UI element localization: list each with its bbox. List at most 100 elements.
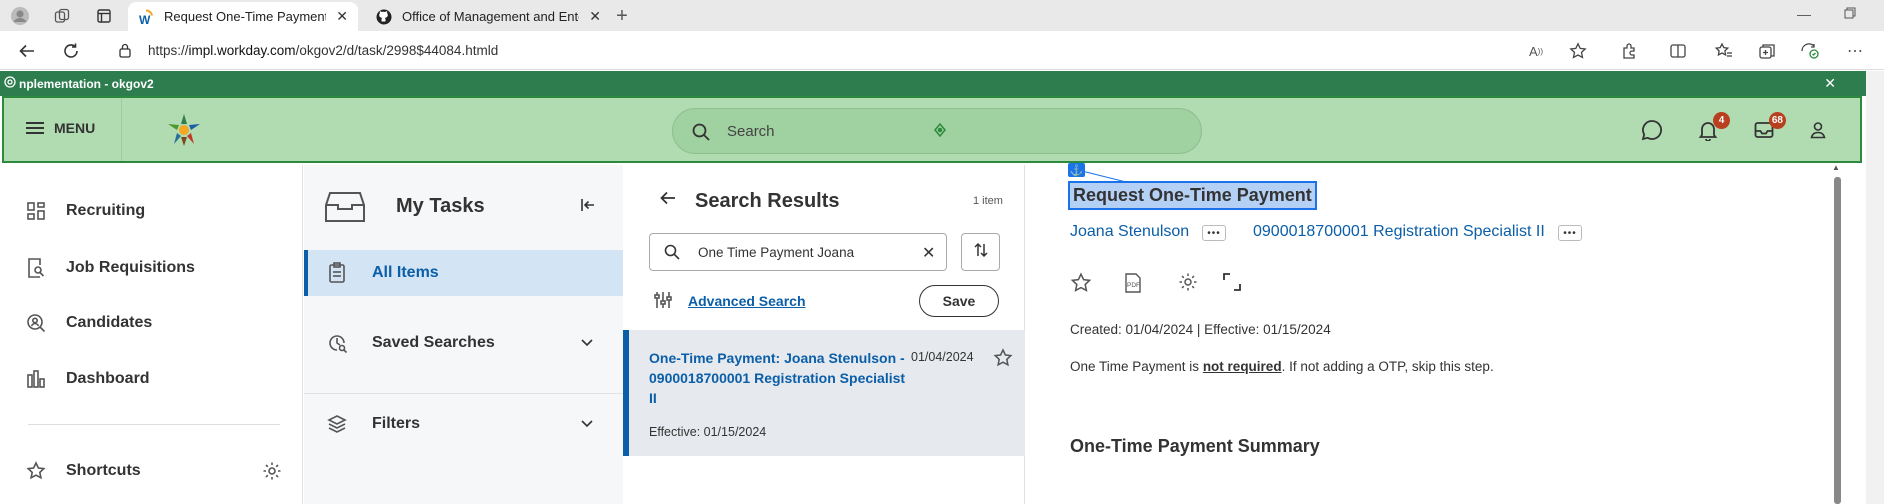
split-screen-icon[interactable] xyxy=(1668,41,1688,61)
nav-item-recruiting[interactable]: Recruiting xyxy=(24,201,145,221)
nav-item-dashboard[interactable]: Dashboard xyxy=(24,369,150,389)
search-placeholder: Search xyxy=(727,123,775,140)
nav-label: Dashboard xyxy=(66,370,150,387)
global-search[interactable]: Search xyxy=(672,108,1202,154)
chevron-down-icon[interactable] xyxy=(580,415,594,433)
back-arrow-icon[interactable] xyxy=(16,40,38,62)
gear-icon[interactable] xyxy=(262,461,282,486)
implementation-banner: nplementation - okgov2 ✕ xyxy=(0,71,1866,96)
read-aloud-icon[interactable]: A)) xyxy=(1526,41,1546,61)
profile-user-icon[interactable] xyxy=(1806,118,1830,142)
workspaces-icon[interactable] xyxy=(52,6,72,26)
star-icon[interactable] xyxy=(993,348,1013,373)
profile-icon[interactable] xyxy=(10,6,30,26)
expand-icon[interactable] xyxy=(1222,272,1242,297)
hamburger-icon xyxy=(26,121,44,135)
position-related-actions-button[interactable]: ••• xyxy=(1558,225,1582,241)
task-filters[interactable]: Filters xyxy=(304,401,623,447)
svg-text:PDF: PDF xyxy=(1127,282,1140,289)
tab-github[interactable]: Office of Management and Enter ✕ xyxy=(366,2,611,31)
gear-icon[interactable] xyxy=(1178,272,1198,297)
task-label: Saved Searches xyxy=(372,334,495,351)
environment-icon xyxy=(4,76,16,91)
position-link[interactable]: 0900018700001 Registration Specialist II xyxy=(1253,223,1545,241)
svg-text:W: W xyxy=(139,13,151,25)
chevron-down-icon[interactable] xyxy=(580,334,594,352)
inbox-icon[interactable]: 68 xyxy=(1752,112,1786,142)
collections-icon[interactable] xyxy=(1757,41,1777,61)
clear-search-icon[interactable]: ✕ xyxy=(922,243,935,263)
more-options-icon[interactable]: ⋯ xyxy=(1845,41,1865,61)
nav-item-job-requisitions[interactable]: Job Requisitions xyxy=(24,257,195,279)
shortcuts-label: Shortcuts xyxy=(66,462,141,479)
section-title: One-Time Payment Summary xyxy=(1070,436,1320,456)
notifications-bell-icon[interactable]: 4 xyxy=(1696,112,1730,142)
collapse-panel-icon[interactable] xyxy=(580,197,596,218)
task-all-items[interactable]: All Items xyxy=(304,250,623,296)
close-tab-icon[interactable]: ✕ xyxy=(336,8,348,25)
instruction-note: One Time Payment is not required. If not… xyxy=(1070,359,1494,374)
minimize-icon[interactable]: — xyxy=(1794,6,1814,26)
note-text: . If not adding a OTP, skip this step. xyxy=(1281,359,1494,374)
nav-label: Candidates xyxy=(66,314,153,331)
worker-link[interactable]: Joana Stenulson xyxy=(1070,223,1189,241)
favorite-star-icon[interactable] xyxy=(1568,41,1588,61)
favorites-icon[interactable] xyxy=(1714,41,1734,61)
state-logo-icon[interactable] xyxy=(164,112,204,153)
advanced-search-link[interactable]: Advanced Search xyxy=(688,293,806,309)
results-search-input[interactable]: One Time Payment Joana ✕ xyxy=(649,233,947,271)
back-arrow-icon[interactable] xyxy=(659,189,677,212)
grid-icon xyxy=(24,201,48,221)
pdf-icon[interactable]: PDF xyxy=(1122,272,1144,299)
clipboard-icon xyxy=(326,262,348,284)
anchor-icon[interactable]: ⚓ xyxy=(1068,163,1085,177)
my-tasks-panel: My Tasks All Items Saved Searches Filter… xyxy=(304,165,623,504)
url-path: /okgov2/d/task/2998$44084.htmld xyxy=(295,43,499,58)
worker-related-actions-button[interactable]: ••• xyxy=(1202,225,1226,241)
browser-essentials-icon[interactable] xyxy=(1800,41,1820,61)
my-tasks-title: My Tasks xyxy=(396,195,485,217)
detail-scrollbar[interactable] xyxy=(1834,177,1841,504)
result-count: 1 item xyxy=(973,195,1003,207)
star-icon xyxy=(24,461,48,481)
nav-item-candidates[interactable]: Candidates xyxy=(24,313,152,333)
close-banner-icon[interactable]: ✕ xyxy=(1824,75,1836,92)
task-saved-searches[interactable]: Saved Searches xyxy=(304,320,623,366)
page-scrollbar[interactable] xyxy=(1866,71,1884,504)
banner-text: nplementation - okgov2 xyxy=(19,76,154,91)
header-divider xyxy=(121,98,122,161)
page-title: Request One-Time Payment xyxy=(1068,181,1317,210)
inbox-badge: 68 xyxy=(1768,112,1786,129)
url-field[interactable]: https://impl.workday.com/okgov2/d/task/2… xyxy=(148,43,498,58)
document-search-icon xyxy=(24,257,48,279)
chat-icon[interactable] xyxy=(1640,118,1664,142)
inbox-tray-icon xyxy=(324,189,366,230)
result-card[interactable]: One-Time Payment: Joana Stenulson - 0900… xyxy=(623,330,1025,456)
nav-label: Recruiting xyxy=(66,202,146,219)
result-date: 01/04/2024 xyxy=(911,350,974,364)
nav-item-shortcuts[interactable]: Shortcuts xyxy=(24,461,141,481)
close-tab-icon[interactable]: ✕ xyxy=(589,8,601,25)
restore-icon[interactable] xyxy=(1840,6,1860,26)
tab-label: Request One-Time Payment - Wo xyxy=(164,9,327,24)
bar-chart-icon xyxy=(24,369,48,389)
task-label: All Items xyxy=(372,264,439,281)
extensions-icon[interactable] xyxy=(1620,41,1640,61)
left-navigation: Recruiting Job Requisitions Candidates D… xyxy=(0,165,303,504)
save-button[interactable]: Save xyxy=(919,285,999,317)
lock-icon[interactable] xyxy=(118,42,132,63)
location-target-icon[interactable] xyxy=(933,122,947,142)
tab-actions-icon[interactable] xyxy=(94,6,114,26)
refresh-icon[interactable] xyxy=(60,40,82,62)
new-tab-icon[interactable]: + xyxy=(612,5,632,27)
sort-button[interactable] xyxy=(961,233,1000,271)
menu-label: MENU xyxy=(54,120,96,136)
task-divider xyxy=(304,393,623,394)
workday-w-icon: W xyxy=(138,8,154,25)
note-text: One Time Payment is xyxy=(1070,359,1203,374)
menu-button[interactable]: MENU xyxy=(26,120,95,136)
favorite-star-icon[interactable] xyxy=(1070,272,1092,299)
scroll-up-arrow-icon[interactable]: ▲ xyxy=(1832,163,1840,172)
tab-request-payment[interactable]: W Request One-Time Payment - Wo ✕ xyxy=(128,2,358,31)
result-title-link[interactable]: One-Time Payment: Joana Stenulson - 0900… xyxy=(649,348,909,408)
